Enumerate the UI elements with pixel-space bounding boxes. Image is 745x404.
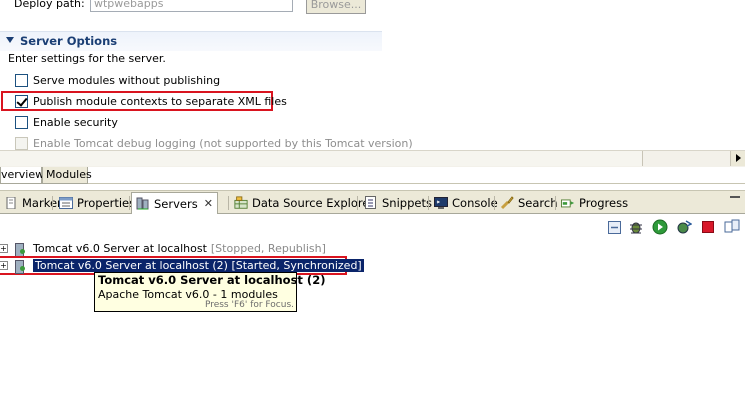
snippets-icon — [364, 196, 378, 210]
server-row[interactable]: + Tomcat v6.0 Server at localhost [Stopp… — [0, 241, 326, 257]
properties-icon — [59, 196, 73, 210]
tab-progress[interactable]: Progress — [557, 192, 632, 213]
search-icon — [500, 195, 514, 210]
tab-separator — [494, 196, 495, 210]
option-enable-tomcat-debug-logging: Enable Tomcat debug logging (not support… — [15, 135, 413, 151]
option-publish-module-contexts[interactable]: Publish module contexts to separate XML … — [15, 93, 287, 109]
tab-search[interactable]: Search — [496, 192, 562, 213]
markers-icon — [4, 196, 18, 210]
tab-label: Servers — [154, 196, 198, 211]
tab-separator — [555, 196, 556, 210]
minimize-icon[interactable] — [730, 196, 740, 198]
server-status: [Started, Synchronized] — [231, 259, 362, 272]
tab-label: Console — [452, 195, 498, 210]
tab-data-source-explorer[interactable]: Data Source Explorer — [230, 192, 378, 213]
profile-icon[interactable] — [676, 219, 692, 235]
checkbox-label: Enable security — [33, 115, 118, 129]
debug-icon[interactable] — [628, 219, 644, 235]
editor-tab-bar — [0, 167, 745, 184]
tab-snippets[interactable]: Snippets — [360, 192, 436, 213]
selected-server-label[interactable]: Tomcat v6.0 Server at localhost (2) [Sta… — [33, 259, 364, 272]
option-enable-security[interactable]: Enable security — [15, 114, 118, 130]
deploy-path-input[interactable]: wtpwebapps — [90, 0, 293, 12]
tab-console[interactable]: Console — [430, 192, 502, 213]
tab-separator — [52, 196, 53, 210]
checkbox-label: Enable Tomcat debug logging (not support… — [33, 136, 413, 150]
checkbox-disabled — [15, 136, 28, 150]
checkbox-label: Publish module contexts to separate XML … — [33, 94, 287, 108]
deploy-path-label: Deploy path: — [14, 0, 85, 10]
server-tooltip: Tomcat v6.0 Server at localhost (2) Apac… — [94, 272, 325, 312]
console-icon — [434, 196, 448, 210]
server-icon — [13, 259, 25, 274]
tab-overview[interactable]: verview — [0, 167, 44, 184]
checkbox-label: Serve modules without publishing — [33, 73, 221, 87]
checkbox[interactable] — [15, 115, 28, 129]
tab-label: Snippets — [382, 195, 432, 210]
servers-icon — [136, 197, 150, 211]
scroll-right-arrow-icon[interactable] — [730, 151, 745, 166]
server-status: [Stopped, Republish] — [210, 242, 326, 255]
tab-separator — [428, 196, 429, 210]
tooltip-hint: Press 'F6' for Focus. — [204, 300, 294, 310]
section-title: Server Options — [20, 34, 118, 48]
publish-icon[interactable] — [724, 219, 740, 235]
collapse-arrow-icon[interactable] — [6, 37, 14, 43]
server-icon — [13, 242, 25, 257]
progress-icon — [561, 196, 575, 210]
start-icon[interactable] — [652, 219, 668, 235]
section-description: Enter settings for the server. — [8, 52, 166, 65]
database-icon — [234, 195, 248, 210]
stop-icon[interactable] — [700, 219, 716, 235]
expand-icon[interactable]: + — [0, 261, 8, 270]
checkbox-checked[interactable] — [15, 94, 28, 108]
tab-servers[interactable]: Servers ✕ — [131, 192, 218, 214]
tab-separator — [129, 196, 130, 210]
tooltip-title: Tomcat v6.0 Server at localhost (2) — [98, 273, 326, 287]
server-name: Tomcat v6.0 Server at localhost — [33, 242, 207, 255]
option-serve-modules-without-publishing[interactable]: Serve modules without publishing — [15, 72, 220, 88]
tab-properties[interactable]: Properties — [55, 192, 139, 213]
tab-label: Progress — [579, 195, 629, 210]
collapse-all-icon[interactable] — [606, 219, 622, 235]
browse-button[interactable]: Browse... — [306, 0, 366, 14]
close-icon[interactable]: ✕ — [204, 197, 213, 210]
expand-icon[interactable]: + — [0, 244, 8, 253]
server-name: Tomcat v6.0 Server at localhost (2) — [35, 259, 228, 272]
server-row-selected[interactable]: + Tomcat v6.0 Server at localhost (2) [S… — [0, 258, 364, 274]
tab-label: Search — [518, 195, 558, 210]
tab-label: Data Source Explorer — [252, 195, 375, 210]
tab-modules[interactable]: Modules — [42, 167, 92, 184]
tab-separator — [357, 196, 358, 210]
scrollbar-thumb[interactable] — [0, 151, 643, 166]
tab-separator — [228, 196, 229, 210]
tab-label: Properties — [77, 195, 136, 210]
checkbox[interactable] — [15, 73, 28, 87]
